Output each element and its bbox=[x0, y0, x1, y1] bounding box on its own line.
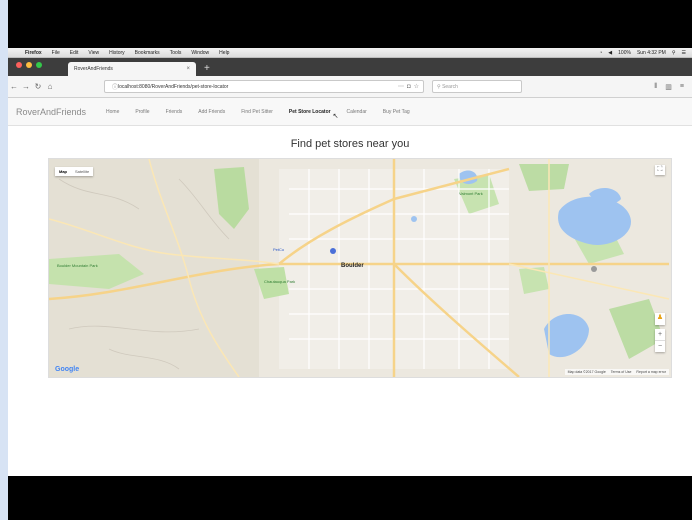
map-type-satellite[interactable]: Satellite bbox=[71, 167, 93, 176]
hamburger-menu-icon[interactable]: ≡ bbox=[680, 83, 684, 91]
menu-app-name[interactable]: Firefox bbox=[20, 50, 47, 56]
video-letterbox-top bbox=[8, 0, 692, 48]
menu-history[interactable]: History bbox=[104, 50, 130, 56]
nav-home[interactable]: Home bbox=[98, 109, 127, 115]
nav-buy-pet-tag[interactable]: Buy Pet Tag bbox=[375, 109, 418, 115]
window-controls bbox=[8, 61, 50, 73]
bookmark-star-icon[interactable]: ☆ bbox=[411, 83, 419, 90]
zoom-control: + − bbox=[655, 329, 665, 352]
map-label-store[interactable]: PetCo bbox=[273, 247, 284, 252]
desktop-edge bbox=[0, 0, 8, 520]
map-type-map[interactable]: Map bbox=[55, 167, 71, 176]
minimize-window-icon[interactable] bbox=[26, 61, 32, 68]
url-bar[interactable]: ⓘ localhost:8080/RoverAndFriends/pet-sto… bbox=[104, 80, 424, 93]
url-text[interactable]: localhost:8080/RoverAndFriends/pet-store… bbox=[118, 84, 395, 90]
map-attribution: Map data ©2017 Google Terms of Use Repor… bbox=[564, 369, 669, 375]
site-brand[interactable]: RoverAndFriends bbox=[8, 107, 98, 117]
google-map[interactable]: Boulder PetCo Boulder Mountain Park Chau… bbox=[48, 158, 672, 378]
nav-pet-store-locator[interactable]: Pet Store Locator bbox=[281, 109, 339, 115]
notification-icon[interactable]: ☰ bbox=[682, 50, 686, 56]
menu-window[interactable]: Window bbox=[186, 50, 214, 56]
clock[interactable]: Sun 4:32 PM bbox=[637, 50, 666, 56]
volume-icon[interactable]: ◀ bbox=[608, 50, 612, 56]
library-icon[interactable]: ⫴ bbox=[654, 83, 657, 91]
map-label-park-left: Boulder Mountain Park bbox=[57, 263, 98, 268]
wifi-icon[interactable]: ◔ bbox=[599, 50, 602, 56]
nav-calendar[interactable]: Calendar bbox=[338, 109, 374, 115]
browser-tabbar: RoverAndFriends × + bbox=[8, 58, 692, 76]
site-navbar: RoverAndFriends Home Profile Friends Add… bbox=[8, 98, 692, 126]
close-window-icon[interactable] bbox=[16, 61, 22, 68]
home-icon[interactable]: ⌂ bbox=[44, 82, 56, 91]
new-tab-icon[interactable]: + bbox=[196, 63, 218, 76]
browser-tools: ⫴ ▥ ≡ bbox=[654, 83, 692, 91]
nav-profile[interactable]: Profile bbox=[127, 109, 157, 115]
map-label-chautauqua: Chautauqua Park bbox=[264, 279, 296, 284]
menu-tools[interactable]: Tools bbox=[165, 50, 187, 56]
fullscreen-icon[interactable]: ⛶ bbox=[655, 165, 665, 175]
terms-of-use-link[interactable]: Terms of Use bbox=[611, 370, 632, 374]
map-label-park-right: Valmont Park bbox=[459, 191, 483, 196]
map-label-city: Boulder bbox=[341, 263, 364, 269]
zoom-out-button[interactable]: − bbox=[655, 341, 665, 352]
map-data-credit: Map data ©2017 Google bbox=[567, 370, 606, 374]
pegman-icon[interactable]: ♟ bbox=[655, 313, 665, 325]
maximize-window-icon[interactable] bbox=[36, 61, 42, 68]
forward-icon[interactable]: → bbox=[20, 82, 32, 91]
nav-find-pet-sitter[interactable]: Find Pet Sitter bbox=[233, 109, 281, 115]
tab-roverandfriends[interactable]: RoverAndFriends × bbox=[68, 62, 196, 76]
tab-title: RoverAndFriends bbox=[74, 66, 113, 72]
menu-bookmarks[interactable]: Bookmarks bbox=[130, 50, 165, 56]
back-icon[interactable]: ← bbox=[8, 82, 20, 91]
menu-file[interactable]: File bbox=[47, 50, 65, 56]
menu-help[interactable]: Help bbox=[214, 50, 234, 56]
menubar-status: ◔ ◀ 100% Sun 4:32 PM ⚲ ☰ bbox=[599, 50, 692, 56]
reload-icon[interactable]: ↻ bbox=[32, 82, 44, 91]
google-logo[interactable]: Google bbox=[55, 366, 79, 373]
video-letterbox-bottom bbox=[8, 476, 692, 520]
battery-percent[interactable]: 100% bbox=[618, 50, 631, 56]
sidebar-icon[interactable]: ▥ bbox=[665, 83, 672, 91]
menu-view[interactable]: View bbox=[83, 50, 104, 56]
page-actions-icon[interactable]: ⋯ bbox=[395, 83, 404, 90]
map-type-control: Map Satellite bbox=[55, 167, 94, 176]
nav-add-friends[interactable]: Add Friends bbox=[190, 109, 233, 115]
spotlight-icon[interactable]: ⚲ bbox=[672, 50, 676, 56]
mac-menubar: Firefox File Edit View History Bookmarks… bbox=[8, 48, 692, 58]
search-bar[interactable]: ⚲ Search bbox=[432, 80, 522, 93]
report-error-link[interactable]: Report a map error bbox=[636, 370, 666, 374]
info-icon[interactable]: ⓘ bbox=[109, 82, 118, 91]
menu-edit[interactable]: Edit bbox=[65, 50, 84, 56]
nav-friends[interactable]: Friends bbox=[158, 109, 191, 115]
page-content: Find pet stores near you Boulder PetCo B… bbox=[8, 126, 692, 476]
search-placeholder: Search bbox=[442, 83, 458, 90]
zoom-in-button[interactable]: + bbox=[655, 329, 665, 340]
browser-navbar: ← → ↻ ⌂ ⓘ localhost:8080/RoverAndFriends… bbox=[8, 76, 692, 98]
page-title: Find pet stores near you bbox=[290, 138, 410, 150]
tab-close-icon[interactable]: × bbox=[186, 66, 190, 72]
pocket-icon[interactable]: ◘ bbox=[404, 84, 411, 90]
